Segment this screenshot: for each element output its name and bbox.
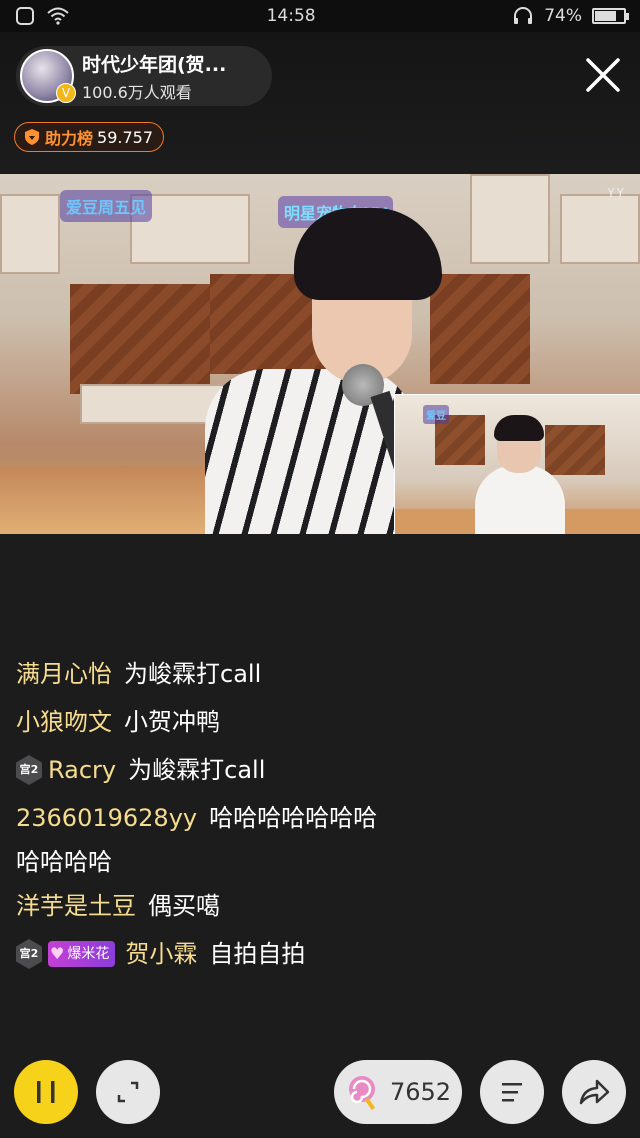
chat-message: 2366019628yy 哈哈哈哈哈哈哈 [16,794,626,842]
notification-icon [16,7,34,25]
menu-icon [502,1083,522,1102]
host-name: 时代少年团(贺... [82,53,227,76]
gift-button[interactable]: 7652 [334,1060,462,1124]
live-header: V 时代少年团(贺... 100.6万人观看 助力榜 59.757 [0,32,640,172]
chat-message: 宫2 Racry 为峻霖打call [16,746,626,794]
chat-text: 小贺冲鸭 [124,708,220,736]
level-badge-icon: 宫2 [16,939,42,969]
fullscreen-button[interactable] [96,1060,160,1124]
host-info[interactable]: V 时代少年团(贺... 100.6万人观看 [16,46,272,106]
yy-watermark: YY [607,186,626,200]
support-rank-button[interactable]: 助力榜 59.757 [14,122,164,152]
chat-message: 宫2 ♥ 爆米花 贺小霖 自拍自拍 [16,930,626,978]
chat-username[interactable]: 2366019628yy [16,794,197,842]
status-bar: 14:58 74% [0,0,640,32]
chat-message: 小狼吻文 小贺冲鸭 [16,698,626,746]
studio-logo: 爱豆周五见 [60,190,153,222]
headphones-icon [514,7,533,24]
gift-badge: ♥ 爆米花 [48,941,116,967]
chat-username[interactable]: Racry [48,746,116,794]
chat-text: 自拍自拍 [209,940,306,968]
share-icon [579,1079,610,1105]
chat-message: 满月心怡 为峻霖打call [16,650,626,698]
chat-text: 为峻霖打call [128,756,266,784]
pip-logo: 爱豆 [423,405,449,424]
battery-percent: 74% [544,6,582,26]
chat-text-continuation: 哈哈哈哈 [16,848,112,876]
picture-in-picture[interactable]: 爱豆 [394,394,640,534]
close-button[interactable] [584,56,622,94]
chat-username[interactable]: 洋芋是土豆 [16,882,136,930]
lollipop-icon [349,1076,376,1110]
pause-button[interactable] [14,1060,78,1124]
host-avatar[interactable]: V [20,49,76,103]
chat-text: 偶买噶 [148,892,220,920]
gift-count: 7652 [390,1078,452,1106]
live-video[interactable]: 爱豆周五见 明星宠物在YY YY 爱豆 [0,174,640,534]
status-time: 14:58 [266,6,316,26]
viewer-count: 100.6万人观看 [82,82,192,102]
chat-text: 哈哈哈哈哈哈哈 [209,804,378,832]
share-button[interactable] [562,1060,626,1124]
gift-badge-label: 爆米花 [67,946,110,962]
chat-message: 洋芋是土豆 偶买噶 [16,882,626,930]
chat-username[interactable]: 满月心怡 [16,650,112,698]
level-badge-icon: 宫2 [16,755,42,785]
wifi-icon [47,7,69,25]
verified-badge-icon: V [56,83,76,103]
chat-username[interactable]: 贺小霖 [125,930,197,978]
chat-list[interactable]: 满月心怡 为峻霖打call 小狼吻文 小贺冲鸭 宫2 Racry 为峻霖打cal… [16,650,626,978]
chat-username[interactable]: 小狼吻文 [16,698,112,746]
heart-icon: ♥ [50,944,65,963]
chat-text: 为峻霖打call [124,660,262,688]
bottom-toolbar: 7652 [0,1056,640,1128]
rank-label: 助力榜 [45,129,94,148]
expand-icon [117,1081,139,1103]
rank-value: 59.757 [97,127,153,147]
battery-icon [591,8,629,24]
close-icon [586,58,620,92]
menu-button[interactable] [480,1060,544,1124]
pause-icon [37,1081,55,1103]
shield-icon [25,129,39,145]
